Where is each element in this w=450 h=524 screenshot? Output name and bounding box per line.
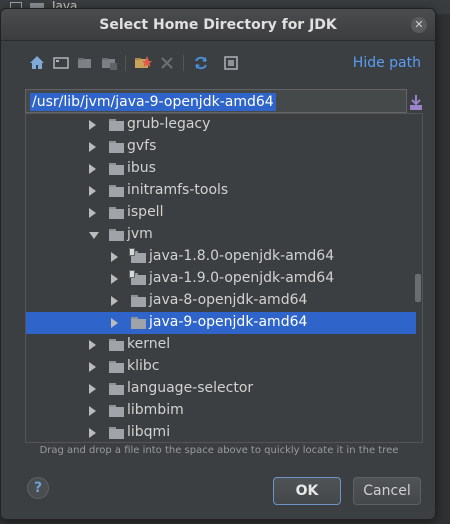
tree-row-label: gvfs <box>127 138 157 154</box>
tree-row[interactable]: java-8-openjdk-amd64 <box>26 290 416 312</box>
folder-icon <box>109 339 124 351</box>
show-hidden-button[interactable] <box>221 53 241 73</box>
tree-row[interactable]: grub-legacy <box>26 114 416 136</box>
chevron-right-icon[interactable] <box>89 186 96 196</box>
tree-row-label: kernel <box>127 336 171 352</box>
chevron-right-icon[interactable] <box>89 208 96 218</box>
drag-drop-hint: Drag and drop a file into the space abov… <box>39 445 399 456</box>
chevron-right-icon[interactable] <box>89 406 96 416</box>
tree-row[interactable]: kernel <box>26 334 416 356</box>
chevron-down-icon[interactable] <box>89 232 99 239</box>
path-input[interactable]: /usr/lib/jvm/java-9-openjdk-amd64 <box>25 89 407 113</box>
tree-row-label: grub-legacy <box>127 116 211 132</box>
toolbar-separator <box>183 55 184 71</box>
folder-icon <box>109 185 124 197</box>
cancel-button[interactable]: Cancel <box>353 477 421 505</box>
project-button[interactable] <box>75 53 95 73</box>
chevron-right-icon[interactable] <box>111 252 118 262</box>
tree-row[interactable]: java-9-openjdk-amd64 <box>26 312 416 334</box>
chevron-right-icon[interactable] <box>89 120 96 130</box>
directory-tree[interactable]: grub-legacy gvfs ibus initramfs-tools ispell… <box>25 113 423 443</box>
folder-icon <box>131 295 146 307</box>
ok-button[interactable]: OK <box>273 477 341 505</box>
select-jdk-dialog: Select Home Directory for JDK ✕ Hide pat… <box>0 8 436 520</box>
new-folder-icon <box>135 56 152 68</box>
delete-button[interactable] <box>157 53 177 73</box>
tree-row[interactable]: language-selector <box>26 378 416 400</box>
tree-row[interactable]: java-1.9.0-openjdk-amd64 <box>26 268 416 290</box>
folder-up-icon <box>102 58 117 70</box>
folder-icon <box>109 361 124 373</box>
tree-row-label: java-9-openjdk-amd64 <box>149 314 308 330</box>
show-hidden-icon <box>224 56 238 70</box>
chevron-right-icon[interactable] <box>89 142 96 152</box>
tree-row-label: initramfs-tools <box>127 182 229 198</box>
folder-icon <box>109 163 124 175</box>
tree-row[interactable]: klibc <box>26 356 416 378</box>
tree-row-label: jvm <box>127 226 153 242</box>
refresh-icon <box>195 56 207 70</box>
folder-icon <box>78 58 91 68</box>
chevron-right-icon[interactable] <box>89 384 96 394</box>
tree-row-label: libmbim <box>127 402 184 418</box>
toolbar-separator <box>125 55 126 71</box>
path-history-button[interactable] <box>409 93 423 111</box>
delete-icon <box>161 57 173 69</box>
close-button[interactable]: ✕ <box>411 17 427 33</box>
refresh-button[interactable] <box>191 53 211 73</box>
folder-icon <box>109 119 124 131</box>
tree-row-label: java-8-openjdk-amd64 <box>149 292 308 308</box>
chevron-right-icon[interactable] <box>89 428 96 438</box>
chevron-right-icon[interactable] <box>111 274 118 284</box>
tree-row[interactable]: ibus <box>26 158 416 180</box>
home-icon <box>30 56 44 69</box>
dialog-titlebar[interactable]: Select Home Directory for JDK ✕ <box>1 9 435 41</box>
folder-icon <box>109 383 124 395</box>
path-input-value: /usr/lib/jvm/java-9-openjdk-amd64 <box>30 93 276 111</box>
folder-icon <box>109 427 124 439</box>
tree-row[interactable]: ispell <box>26 202 416 224</box>
tree-row-label: libqmi <box>127 424 171 440</box>
folder-link-icon <box>129 248 146 263</box>
folder-icon <box>109 141 124 153</box>
folder-icon <box>109 207 124 219</box>
chevron-right-icon[interactable] <box>89 164 96 174</box>
chevron-right-icon[interactable] <box>111 296 118 306</box>
tree-row-label: language-selector <box>127 380 254 396</box>
home-button[interactable] <box>27 53 47 73</box>
download-icon <box>410 95 422 110</box>
chevron-right-icon[interactable] <box>89 340 96 350</box>
chevron-right-icon[interactable] <box>111 318 118 328</box>
help-button[interactable]: ? <box>27 477 49 499</box>
desktop-button[interactable] <box>51 53 71 73</box>
file-chooser-toolbar <box>27 53 257 75</box>
module-button[interactable] <box>99 53 119 73</box>
tree-row[interactable]: jvm <box>26 224 416 246</box>
folder-icon <box>131 317 146 329</box>
tree-row[interactable]: libmbim <box>26 400 416 422</box>
folder-icon <box>109 405 124 417</box>
tree-row[interactable]: initramfs-tools <box>26 180 416 202</box>
new-folder-button[interactable] <box>133 53 153 73</box>
tree-row-label: java-1.9.0-openjdk-amd64 <box>149 270 335 286</box>
desktop-icon <box>53 57 69 69</box>
hide-path-link[interactable]: Hide path <box>353 55 421 71</box>
folder-link-icon <box>129 270 146 285</box>
tree-row-label: klibc <box>127 358 160 374</box>
folder-icon <box>109 229 124 241</box>
tree-row[interactable]: java-1.8.0-openjdk-amd64 <box>26 246 416 268</box>
tree-row[interactable]: libqmi <box>26 422 416 442</box>
dialog-title: Select Home Directory for JDK <box>99 17 337 33</box>
chevron-right-icon[interactable] <box>89 362 96 372</box>
tree-row-label: ispell <box>127 204 164 220</box>
tree-row[interactable]: gvfs <box>26 136 416 158</box>
tree-row-label: ibus <box>127 160 156 176</box>
tree-row-label: java-1.8.0-openjdk-amd64 <box>149 248 335 264</box>
